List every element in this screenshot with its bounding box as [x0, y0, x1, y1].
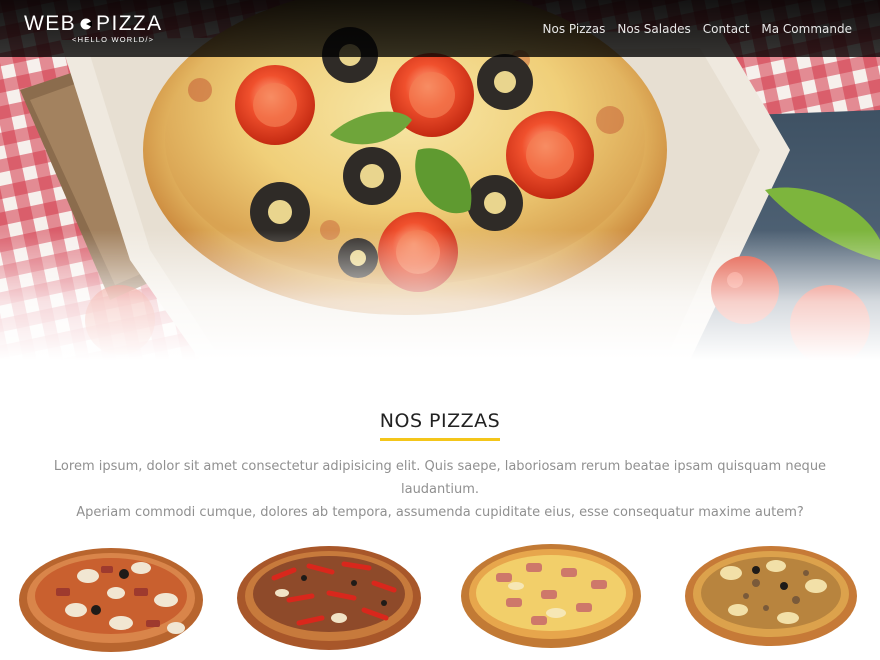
pizza-image-4: [685, 546, 857, 646]
logo-wordmark: WEB PIZZA: [24, 12, 164, 36]
logo-text-web: WEB: [24, 12, 77, 35]
section-title: NOS PIZZAS: [379, 410, 501, 441]
nav-link-nos-pizzas[interactable]: Nos Pizzas: [543, 19, 606, 39]
logo-tagline: <HELLO WORLD/>: [72, 35, 155, 44]
pizza-card-3[interactable]: [456, 538, 646, 658]
section-description: Lorem ipsum, dolor sit amet consectetur …: [14, 455, 866, 524]
logo-text-pizza: PIZZA: [96, 12, 163, 35]
pizza-card-2[interactable]: [234, 538, 424, 658]
nav-link-ma-commande[interactable]: Ma Commande: [761, 19, 852, 39]
pizza-slice-icon: [80, 18, 93, 30]
nav-link-contact[interactable]: Contact: [703, 19, 750, 39]
pizza-card-1[interactable]: [16, 538, 206, 658]
pizza-image-1: [19, 548, 203, 652]
section-description-line-1: Lorem ipsum, dolor sit amet consectetur …: [53, 459, 827, 497]
pizza-card-4[interactable]: [676, 538, 866, 658]
main-nav: Nos Pizzas Nos Salades Contact Ma Comman…: [543, 19, 852, 39]
nav-link-nos-salades[interactable]: Nos Salades: [617, 19, 690, 39]
section-header: NOS PIZZAS: [0, 410, 880, 441]
navbar: WEB PIZZA <HELLO WORLD/> Nos Pizzas Nos …: [0, 0, 880, 57]
site-logo[interactable]: WEB PIZZA <HELLO WORLD/>: [24, 12, 164, 48]
pizza-image-3: [461, 544, 641, 648]
section-description-line-2: Aperiam commodi cumque, dolores ab tempo…: [76, 505, 804, 520]
pizza-image-2: [237, 546, 421, 650]
